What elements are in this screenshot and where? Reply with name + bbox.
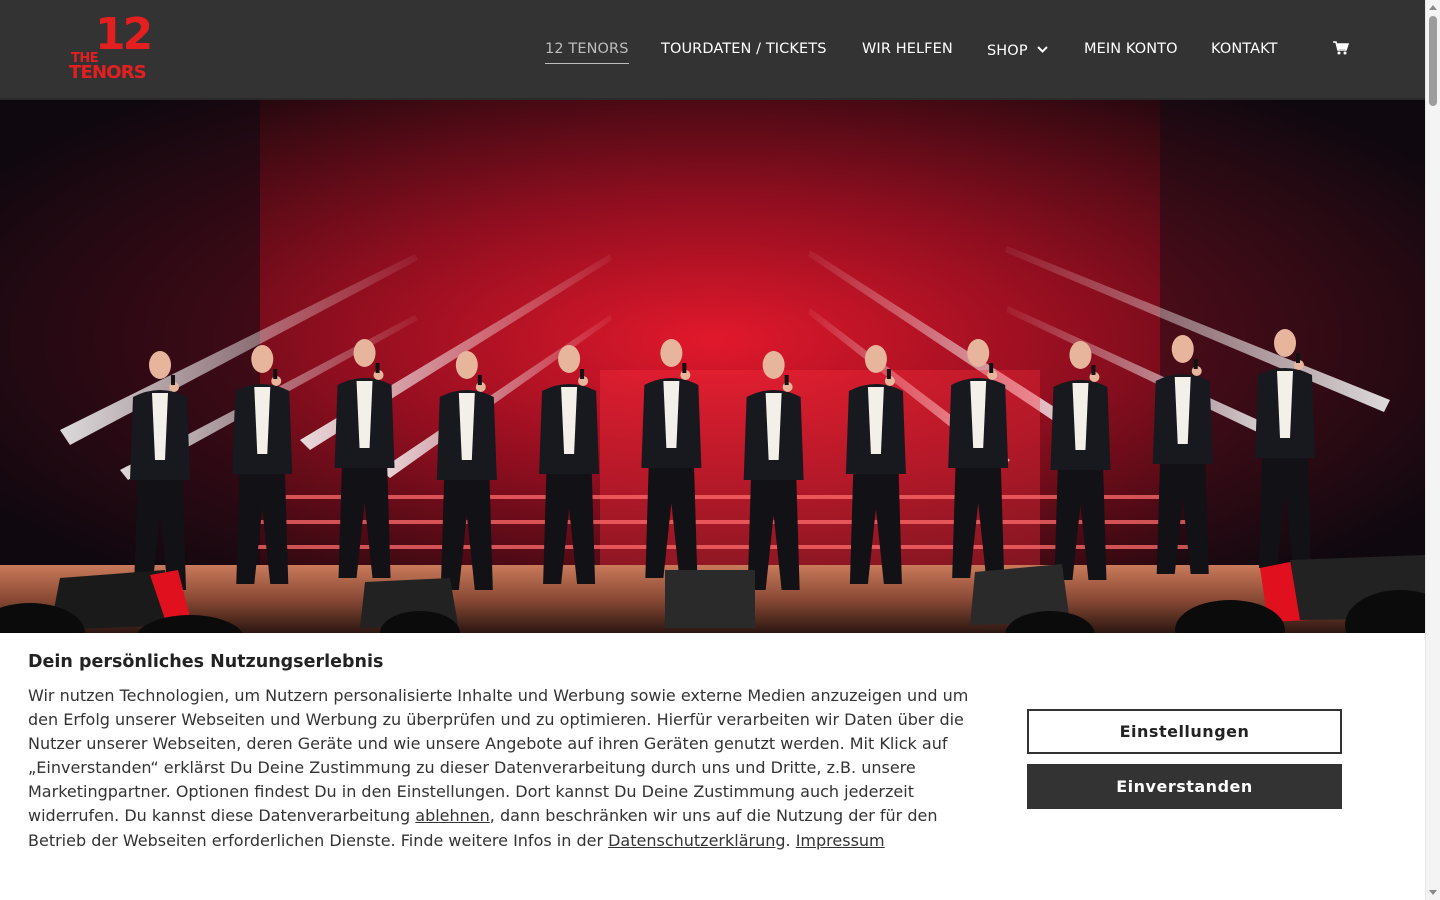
main-navigation: 12 TENORS TOURDATEN / TICKETS WIR HELFEN… <box>0 0 1425 100</box>
hero-stage-image <box>0 100 1425 633</box>
cookie-accept-button[interactable]: Einverstanden <box>1027 764 1342 809</box>
cart-icon[interactable] <box>1333 40 1350 55</box>
nav-item-shop[interactable]: SHOP <box>987 41 1048 59</box>
scroll-down-arrow-icon[interactable] <box>1429 890 1437 895</box>
chevron-down-icon <box>1036 41 1048 57</box>
scroll-up-arrow-icon[interactable] <box>1429 5 1437 10</box>
nav-item-mein-konto[interactable]: MEIN KONTO <box>1084 41 1178 57</box>
cookie-banner-text: Wir nutzen Technologien, um Nutzern pers… <box>28 684 978 853</box>
stage-photo <box>0 100 1425 633</box>
imprint-link[interactable]: Impressum <box>796 831 885 850</box>
decline-link[interactable]: ablehnen <box>415 806 490 825</box>
scrollbar-thumb[interactable] <box>1429 16 1437 106</box>
page-scrollbar[interactable] <box>1425 0 1440 900</box>
nav-item-tourdaten-tickets[interactable]: TOURDATEN / TICKETS <box>661 41 827 57</box>
privacy-policy-link[interactable]: Datenschutzerklärung <box>608 831 785 850</box>
cookie-settings-button[interactable]: Einstellungen <box>1027 709 1342 754</box>
nav-item-12-tenors[interactable]: 12 TENORS <box>545 41 629 64</box>
site-header: THE 12 TENORS 12 TENORS TOURDATEN / TICK… <box>0 0 1425 100</box>
nav-item-shop-label: SHOP <box>987 43 1028 59</box>
nav-item-kontakt[interactable]: KONTAKT <box>1211 41 1278 57</box>
cookie-text-part-3: . <box>785 830 796 850</box>
nav-item-wir-helfen[interactable]: WIR HELFEN <box>862 41 953 57</box>
cookie-consent-banner: Dein persönliches Nutzungserlebnis Wir n… <box>0 633 1425 900</box>
cookie-banner-title: Dein persönliches Nutzungserlebnis <box>28 652 384 672</box>
cookie-text-part-1: Wir nutzen Technologien, um Nutzern pers… <box>28 686 969 826</box>
